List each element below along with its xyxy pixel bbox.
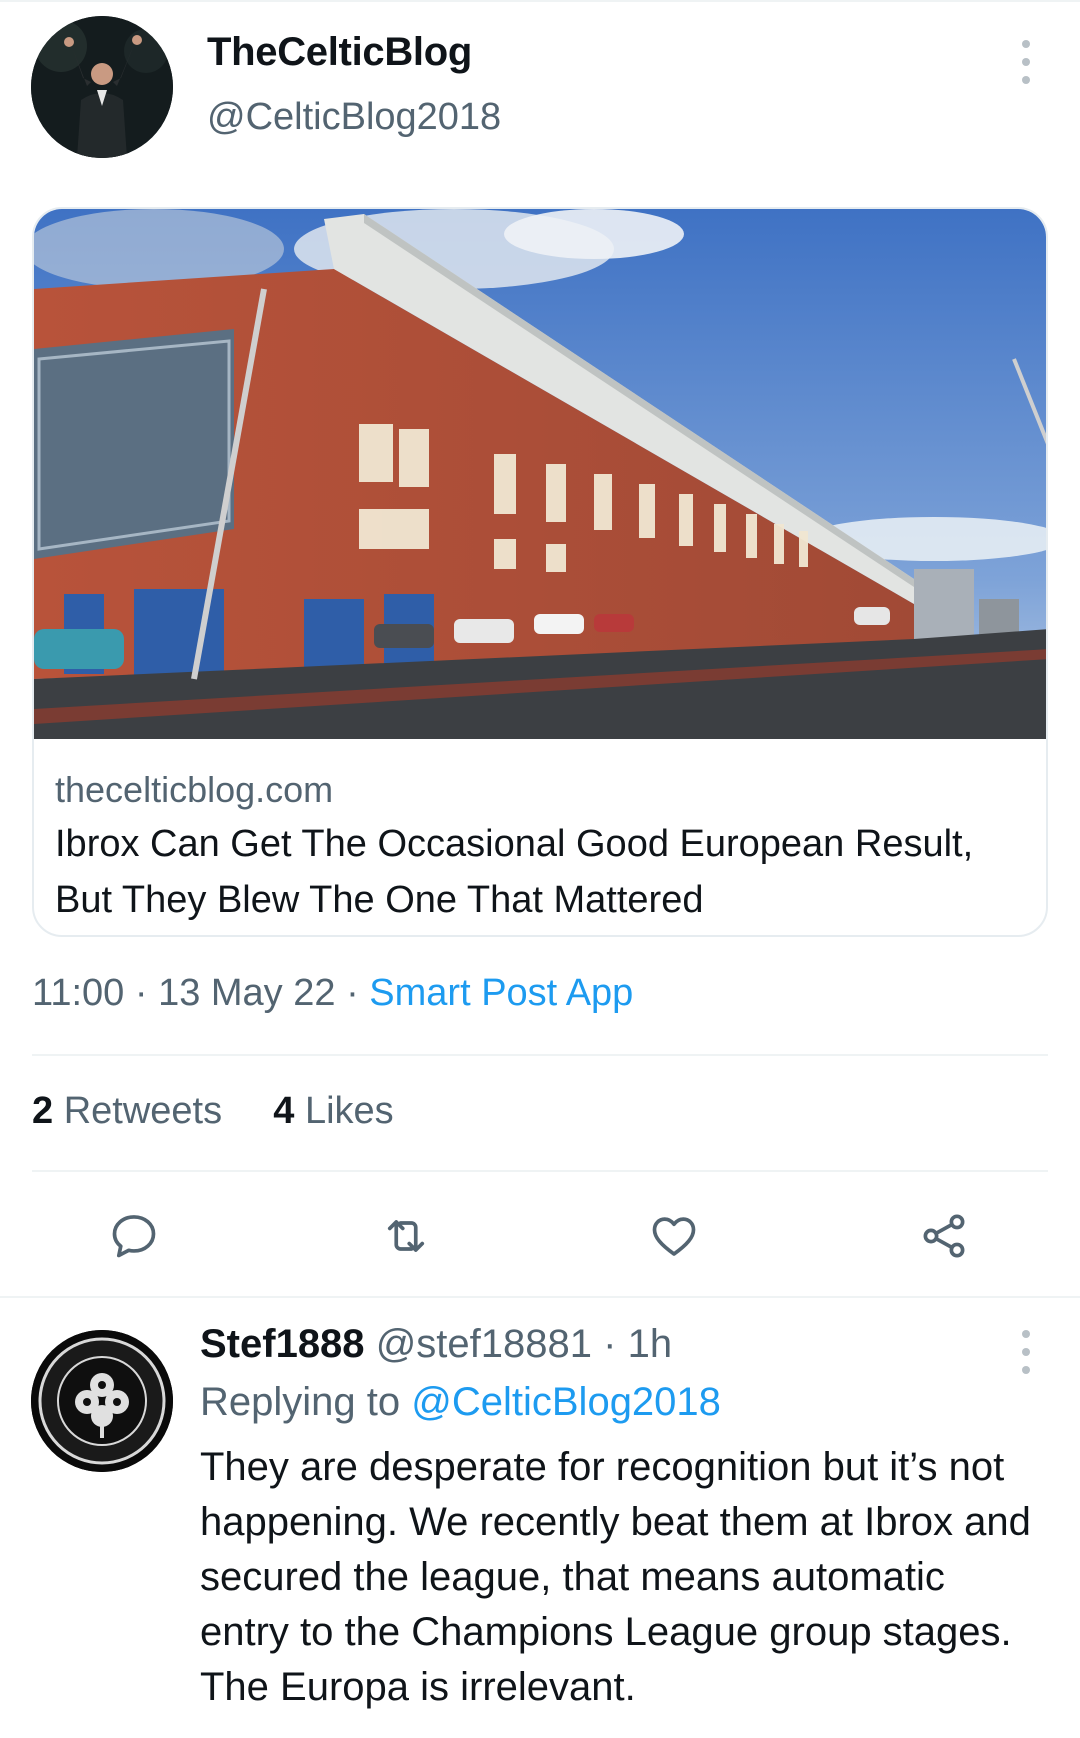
replying-to-mention[interactable]: @CelticBlog2018 bbox=[411, 1380, 721, 1424]
reply-more-options-icon[interactable] bbox=[1011, 1330, 1041, 1374]
retweets-label: Retweets bbox=[63, 1090, 223, 1132]
share-button[interactable] bbox=[918, 1210, 970, 1262]
divider bbox=[32, 1054, 1048, 1056]
card-domain: thecelticblog.com bbox=[55, 769, 334, 810]
reply-handle[interactable]: @stef18881 bbox=[376, 1322, 592, 1366]
heart-icon bbox=[652, 1217, 696, 1256]
more-options-icon[interactable] bbox=[1011, 40, 1041, 84]
share-icon bbox=[923, 1214, 965, 1258]
replying-to: Replying to @CelticBlog2018 bbox=[200, 1380, 721, 1425]
meta-separator: · bbox=[346, 972, 359, 1014]
reply-text: They are desperate for recognition but i… bbox=[200, 1445, 1031, 1709]
top-divider bbox=[0, 0, 1080, 2]
reply-age: 1h bbox=[627, 1322, 673, 1366]
reply-header: Stef1888 @stef18881 · 1h bbox=[200, 1322, 672, 1367]
likes-count: 4 bbox=[273, 1090, 295, 1132]
source-app-link[interactable]: Smart Post App bbox=[369, 972, 633, 1014]
card-image-stadium bbox=[34, 209, 1046, 739]
meta-separator: · bbox=[134, 972, 148, 1014]
retweet-icon bbox=[387, 1220, 425, 1252]
replying-prefix: Replying to bbox=[200, 1380, 401, 1424]
tweet-time: 11:00 bbox=[32, 972, 125, 1014]
celtic-crest-logo bbox=[31, 1330, 173, 1472]
author-display-name[interactable]: TheCelticBlog bbox=[207, 30, 472, 75]
likes-stat[interactable]: 4 Likes bbox=[273, 1090, 393, 1132]
reply-author-avatar[interactable] bbox=[31, 1330, 173, 1472]
card-title: Ibrox Can Get The Occasional Good Europe… bbox=[55, 823, 974, 921]
retweet-button[interactable] bbox=[380, 1210, 432, 1262]
engagement-stats: 2 Retweets 4 Likes bbox=[32, 1090, 394, 1133]
author-handle[interactable]: @CelticBlog2018 bbox=[207, 96, 501, 139]
likes-label: Likes bbox=[304, 1090, 394, 1132]
author-avatar[interactable] bbox=[31, 16, 173, 158]
reply-display-name[interactable]: Stef1888 bbox=[200, 1322, 365, 1366]
like-button[interactable] bbox=[648, 1210, 700, 1262]
reply-icon bbox=[112, 1215, 156, 1258]
retweets-stat[interactable]: 2 Retweets bbox=[32, 1090, 222, 1132]
thread-divider bbox=[0, 1296, 1080, 1298]
reply-separator: · bbox=[603, 1322, 617, 1366]
divider bbox=[32, 1170, 1048, 1172]
tweet-date: 13 May 22 bbox=[158, 972, 336, 1014]
reply-button[interactable] bbox=[108, 1210, 160, 1262]
link-card[interactable]: thecelticblog.com Ibrox Can Get The Occa… bbox=[32, 207, 1048, 937]
tweet-meta: 11:00 · 13 May 22 · Smart Post App bbox=[32, 972, 633, 1015]
retweets-count: 2 bbox=[32, 1090, 54, 1132]
